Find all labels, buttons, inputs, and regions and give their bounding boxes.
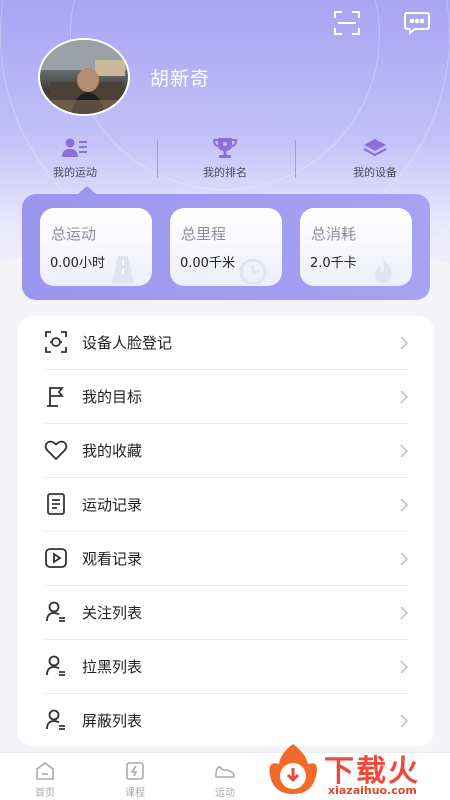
tab-my-exercise[interactable]: 我的运动	[0, 136, 150, 184]
watermark: 下载火 xiazaihuo.com	[264, 738, 450, 800]
chevron-right-icon	[398, 713, 410, 729]
menu-label: 运动记录	[82, 496, 143, 514]
stat-title: 总里程	[181, 225, 227, 243]
stat-title: 总消耗	[311, 225, 357, 243]
menu-item-exercise-records[interactable]: 运动记录	[18, 478, 434, 532]
chevron-right-icon	[398, 605, 410, 621]
chevron-right-icon	[398, 443, 410, 459]
layers-icon	[362, 136, 388, 160]
avatar[interactable]	[38, 38, 130, 116]
flame-icon	[368, 256, 398, 284]
tab-divider	[295, 140, 296, 178]
tab-my-devices[interactable]: 我的设备	[300, 136, 450, 184]
watermark-url: xiazaihuo.com	[328, 784, 417, 797]
tab-my-ranking[interactable]: 我的排名	[150, 136, 300, 184]
menu-label: 设备人脸登记	[82, 334, 173, 352]
stat-card-total-distance: 总里程 0.00千米	[170, 208, 282, 286]
chevron-right-icon	[398, 551, 410, 567]
menu-item-following-list[interactable]: 关注列表	[18, 586, 434, 640]
play-icon	[44, 546, 68, 570]
stat-title: 总运动	[51, 225, 97, 243]
clock-icon	[238, 256, 268, 286]
user-icon	[44, 708, 68, 732]
menu-label: 我的收藏	[82, 442, 143, 460]
flag-icon	[44, 384, 68, 408]
chevron-right-icon	[398, 335, 410, 351]
heart-icon	[44, 438, 68, 462]
scan-icon[interactable]	[332, 9, 362, 37]
stat-card-total-exercise: 总运动 0.00小时	[40, 208, 152, 286]
menu-label: 拉黑列表	[82, 658, 143, 676]
nav-item-home[interactable]: 首页	[0, 753, 90, 800]
tab-pointer	[78, 186, 96, 194]
chevron-right-icon	[398, 659, 410, 675]
menu-item-my-favorites[interactable]: 我的收藏	[18, 424, 434, 478]
chevron-right-icon	[398, 389, 410, 405]
home-icon	[34, 761, 56, 781]
tab-divider	[157, 140, 158, 178]
stat-value: 0.00千米	[180, 256, 235, 271]
tab-label: 我的排名	[203, 166, 247, 179]
tab-label: 我的设备	[353, 166, 397, 179]
menu-item-face-registration[interactable]: 设备人脸登记	[18, 316, 434, 370]
road-icon	[108, 256, 138, 284]
menu-label: 屏蔽列表	[82, 712, 143, 730]
menu-label: 我的目标	[82, 388, 143, 406]
stats-panel: 总运动 0.00小时 总里程 0.00千米 总消耗 2.0千卡	[22, 194, 430, 300]
face-scan-icon	[44, 330, 68, 354]
watermark-logo-icon	[264, 742, 322, 796]
document-icon	[44, 492, 68, 516]
menu-label: 观看记录	[82, 550, 143, 568]
nav-label: 运动	[215, 788, 235, 799]
nav-item-courses[interactable]: 课程	[90, 753, 180, 800]
tab-label: 我的运动	[53, 166, 97, 179]
course-icon	[124, 761, 146, 781]
user-list-icon	[62, 136, 88, 160]
menu-item-blacklist[interactable]: 拉黑列表	[18, 640, 434, 694]
menu-label: 关注列表	[82, 604, 143, 622]
menu-item-watch-history[interactable]: 观看记录	[18, 532, 434, 586]
username: 胡新奇	[150, 68, 211, 90]
stat-card-total-calories: 总消耗 2.0千卡	[300, 208, 412, 286]
shoe-icon	[214, 761, 236, 781]
stat-value: 0.00小时	[50, 256, 105, 271]
user-icon	[44, 654, 68, 678]
menu-item-my-goals[interactable]: 我的目标	[18, 370, 434, 424]
nav-label: 首页	[35, 788, 55, 799]
user-icon	[44, 600, 68, 624]
nav-label: 课程	[125, 788, 145, 799]
stat-value: 2.0千卡	[310, 256, 357, 271]
trophy-icon	[212, 136, 238, 160]
nav-item-exercise[interactable]: 运动	[180, 753, 270, 800]
menu-card: 设备人脸登记 我的目标 我的收藏 运动记录 观看记录 关注列表 拉黑列表 屏蔽列…	[18, 316, 434, 746]
message-icon[interactable]	[402, 9, 432, 37]
chevron-right-icon	[398, 497, 410, 513]
